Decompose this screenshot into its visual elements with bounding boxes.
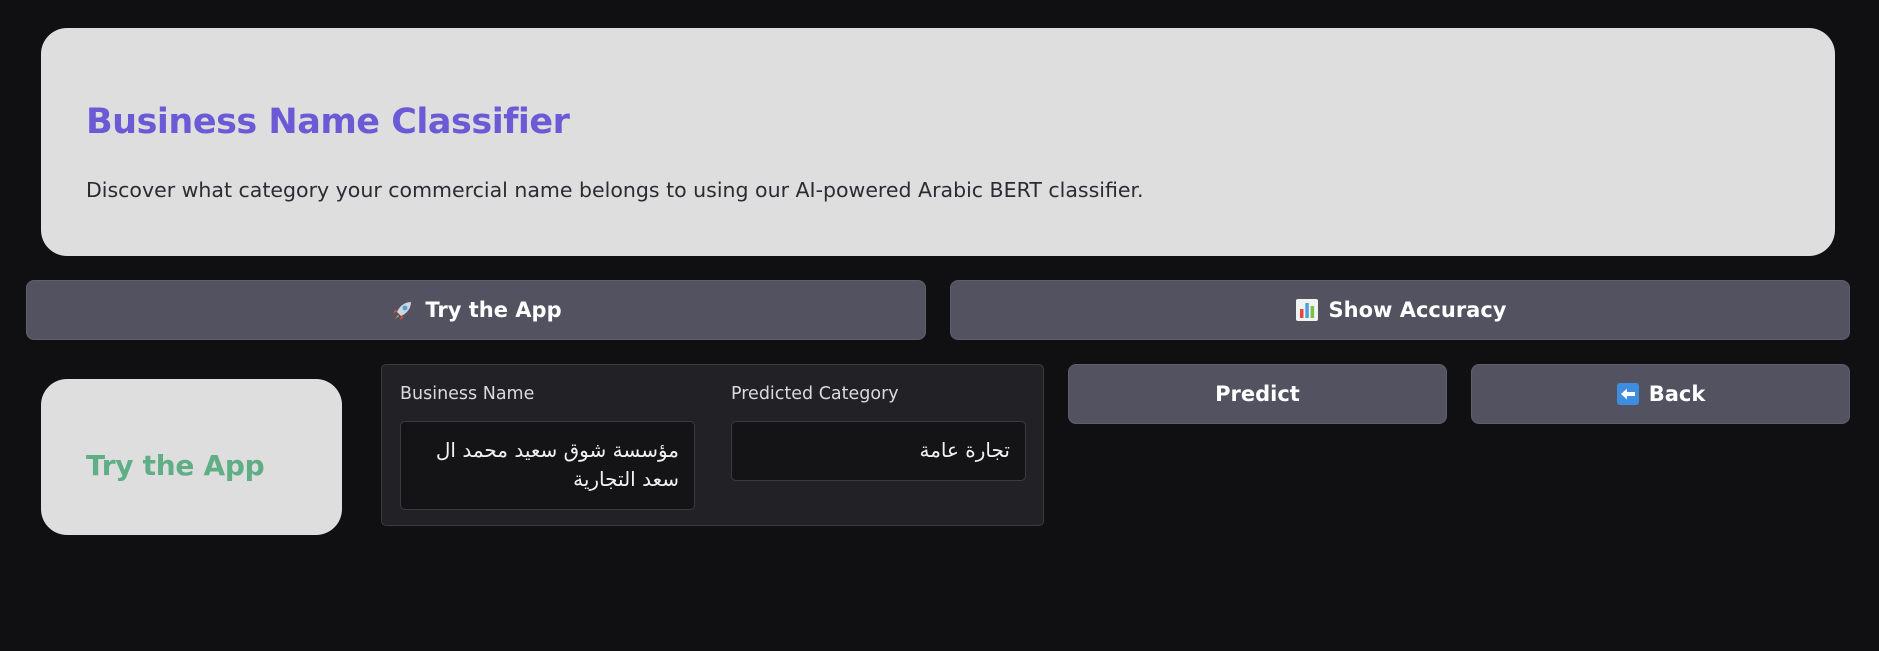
hero-card: Business Name Classifier Discover what c… bbox=[41, 28, 1835, 256]
predict-button-label: Predict bbox=[1215, 382, 1300, 406]
section-card: Try the App bbox=[41, 379, 342, 535]
show-accuracy-button-label: Show Accuracy bbox=[1328, 298, 1507, 322]
predicted-category-label: Predicted Category bbox=[731, 384, 899, 404]
back-button-label: Back bbox=[1648, 382, 1706, 406]
left-arrow-icon bbox=[1616, 382, 1640, 406]
try-app-button-label: Try the App bbox=[425, 298, 562, 322]
page-title: Business Name Classifier bbox=[86, 102, 570, 142]
predicted-category-output[interactable]: تجارة عامة bbox=[731, 421, 1026, 481]
back-button[interactable]: Back bbox=[1471, 364, 1850, 424]
section-title: Try the App bbox=[86, 449, 265, 482]
rocket-icon bbox=[390, 297, 416, 323]
prediction-panel: Business Name مؤسسة شوق سعيد محمد ال سعد… bbox=[381, 364, 1044, 526]
bar-chart-icon bbox=[1294, 297, 1320, 323]
business-name-label: Business Name bbox=[400, 384, 535, 404]
page-description: Discover what category your commercial n… bbox=[86, 178, 1144, 202]
business-name-input[interactable]: مؤسسة شوق سعيد محمد ال سعد التجارية bbox=[400, 421, 695, 510]
predict-button[interactable]: Predict bbox=[1068, 364, 1447, 424]
show-accuracy-button[interactable]: Show Accuracy bbox=[950, 280, 1850, 340]
try-app-button[interactable]: Try the App bbox=[26, 280, 926, 340]
